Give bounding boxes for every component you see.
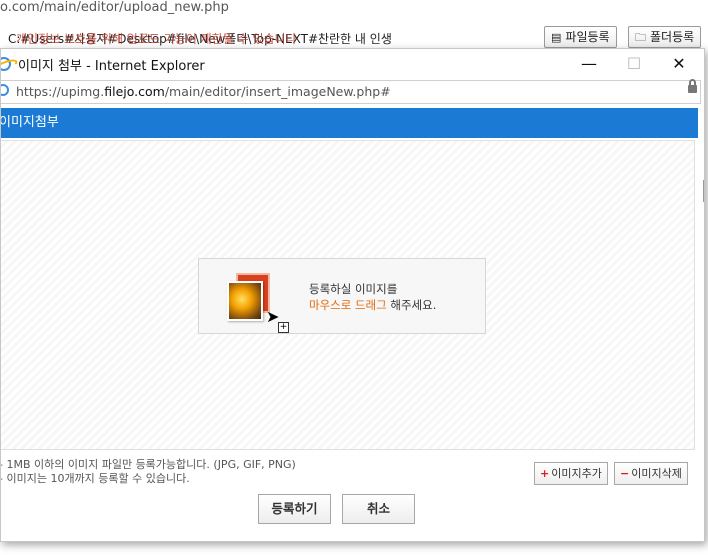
- lock-icon: [688, 79, 697, 93]
- file-upload-button[interactable]: ▤ 파일등록: [544, 26, 617, 48]
- minimize-button[interactable]: —: [569, 52, 609, 76]
- note-size-limit: - 1MB 이하의 이미지 파일만 등록가능합니다. (JPG, GIF, PN…: [0, 458, 296, 471]
- drop-line-2-rest: 해주세요.: [386, 298, 437, 312]
- background-overlay-text: 개인정보 보호를 위해 업로드 기능이 제한될 수 있습니다: [16, 32, 297, 46]
- drop-line-2: 마우스로 드래그 해주세요.: [309, 297, 436, 313]
- address-url: https://upimg.filejo.com/main/editor/ins…: [16, 84, 391, 99]
- folder-upload-label: 폴더등록: [650, 30, 695, 44]
- drop-instructions-box: ➤ + 등록하실 이미지를 마우스로 드래그 해주세요.: [198, 258, 486, 334]
- ie-icon: [1, 57, 11, 71]
- background-url: o.com/main/editor/upload_new.php: [0, 0, 229, 15]
- delete-image-label: 이미지삭제: [631, 467, 682, 480]
- ie-small-icon: [1, 84, 9, 96]
- plus-mark-icon: +: [540, 467, 550, 480]
- url-prefix: https://upimg.: [16, 84, 105, 99]
- folder-icon: 🗀: [635, 31, 646, 44]
- note-count-limit: - 이미지는 10개까지 등록할 수 있습니다.: [0, 472, 190, 485]
- url-domain: filejo.com: [104, 84, 165, 99]
- url-path: /main/editor/insert_imageNew.php#: [164, 84, 391, 99]
- window-title: 이미지 첨부 - Internet Explorer: [18, 59, 205, 74]
- image-attach-window: 이미지 첨부 - Internet Explorer — ☐ ✕ https:/…: [0, 48, 705, 542]
- background-toolbar: C:#Users#사용자#Desktop#file\New폴더\Top-NEXT…: [0, 26, 708, 50]
- header-title: 이미지첨부: [0, 115, 59, 130]
- title-bar[interactable]: 이미지 첨부 - Internet Explorer — ☐ ✕: [1, 49, 704, 79]
- image-front-sheet: [227, 281, 263, 321]
- maximize-button[interactable]: ☐: [614, 52, 654, 76]
- register-button[interactable]: 등록하기: [258, 494, 331, 524]
- add-image-label: 이미지추가: [551, 467, 602, 480]
- background-path: C:#Users#사용자#Desktop#file\New폴더\Top-NEXT…: [8, 30, 538, 47]
- folder-upload-button[interactable]: 🗀 폴더등록: [628, 26, 702, 48]
- image-drop-zone[interactable]: ➤ + 등록하실 이미지를 마우스로 드래그 해주세요.: [1, 140, 695, 450]
- add-image-button[interactable]: + 이미지추가: [534, 462, 608, 485]
- cancel-button[interactable]: 취소: [342, 494, 415, 524]
- header-bar: 이미지첨부: [1, 108, 698, 138]
- plus-icon: +: [278, 322, 289, 333]
- background-edge: [703, 180, 708, 202]
- delete-image-button[interactable]: − 이미지삭제: [614, 462, 688, 485]
- drop-instructions: 등록하실 이미지를 마우스로 드래그 해주세요.: [309, 281, 436, 313]
- file-upload-label: 파일등록: [565, 30, 610, 44]
- image-icon: ➤ +: [223, 271, 289, 333]
- close-button[interactable]: ✕: [659, 52, 699, 76]
- address-bar[interactable]: https://upimg.filejo.com/main/editor/ins…: [1, 79, 701, 104]
- minus-mark-icon: −: [620, 467, 630, 480]
- drag-highlight: 마우스로 드래그: [309, 298, 387, 312]
- file-icon: ▤: [551, 31, 562, 44]
- upload-notes: - 1MB 이하의 이미지 파일만 등록가능합니다. (JPG, GIF, PN…: [0, 458, 296, 486]
- drop-line-1: 등록하실 이미지를: [309, 282, 398, 296]
